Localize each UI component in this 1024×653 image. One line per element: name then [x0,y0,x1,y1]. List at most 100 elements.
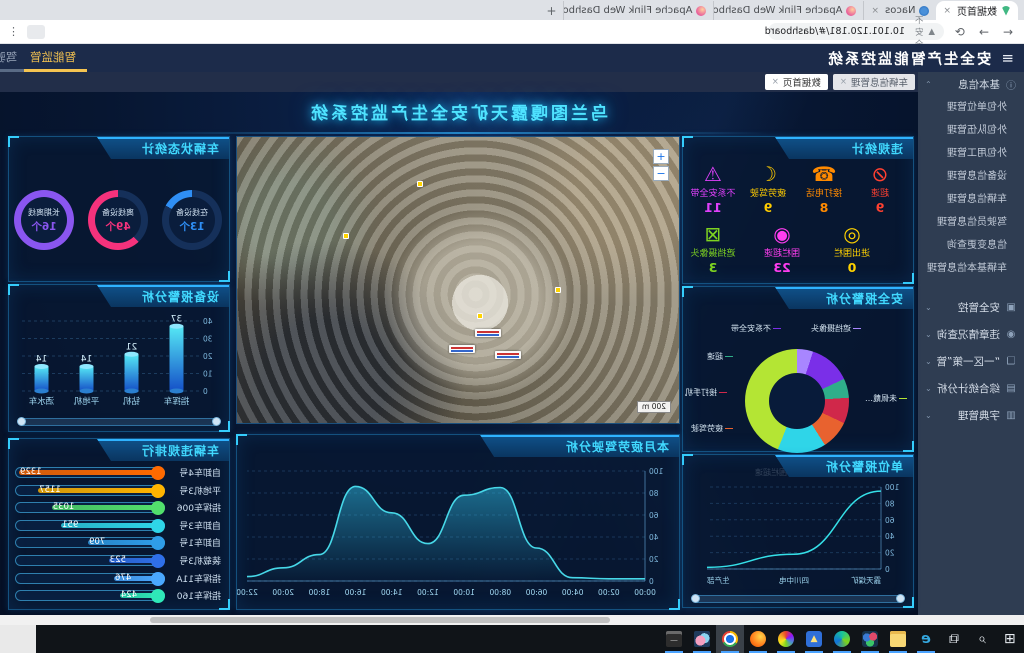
satellite-map[interactable]: + − 200 m [236,136,680,424]
map-label-chip-0 [475,329,501,337]
svg-text:14: 14 [36,355,48,365]
violation-label: 超速 [852,186,908,199]
sidebar-item-0-3[interactable]: 设备信息管理 [918,165,1024,188]
eye-icon: ◉ [1005,329,1017,340]
browser-tab-0[interactable]: 数据首页× [936,1,1018,20]
vue-icon [1001,6,1011,16]
ranking-row-7[interactable]: 指挥车160424 [15,588,221,603]
chevron-icon: ⌄ [925,357,932,366]
close-icon[interactable]: × [840,77,847,87]
browser-tab-1[interactable]: Nacos× [863,1,936,20]
vehicle-status-rings: 在线设备13个离线设备49个长期离线16个 [7,161,229,279]
ranking-row-3[interactable]: 自卸车3号951 [15,518,221,533]
sidebar-item-0-6[interactable]: 信息变更查询 [918,234,1024,257]
taskbar-task-view-icon[interactable]: ⧉ [940,625,968,653]
ranking-row-0[interactable]: 自卸车4号1329 [15,465,221,480]
taskbar-firefox-icon[interactable] [744,625,772,653]
map-marker-0[interactable] [417,181,423,187]
violation-label: 进出围栏 [824,246,880,259]
taskbar-start-icon[interactable]: ⊞ [996,625,1024,653]
ranking-row-6[interactable]: 指挥车11A476 [15,571,221,586]
header-tab-cockpit[interactable]: 驾驶舱 [0,44,20,72]
sidebar-group-4[interactable]: ▤综合统计分析⌄ [918,375,1024,402]
taskbar-people-icon[interactable] [856,625,884,653]
violation-value: 23 [754,260,810,275]
device-alarm-bar-chart[interactable]: 01020304037指挥车21钻机14平地机14洒水车 [9,307,229,411]
address-bar[interactable]: ▲ 不安全 10.101.120.181/#/dashboard [768,23,944,40]
sidebar-item-0-4[interactable]: 车辆信息管理 [918,188,1024,211]
bar-平地机[interactable]: 14平地机 [73,355,99,408]
sidebar-item-0-7[interactable]: 车辆基本信息管理 [918,257,1024,280]
map-marker-2[interactable] [343,233,349,239]
photos-glyph [694,631,710,647]
ranking-row-5[interactable]: 装载机3号523 [15,553,221,568]
browser-tab-2[interactable]: Apache Flink Web Dashboard× [713,1,863,20]
ranking-value: 1157 [37,485,61,495]
taskbar-folder-icon[interactable] [884,625,912,653]
bar-指挥车[interactable]: 37指挥车 [164,314,190,407]
forward-icon[interactable]: → [976,25,992,39]
sidebar-group-2[interactable]: ◉违章情况查询⌄ [918,321,1024,348]
system-tray[interactable] [0,625,36,653]
tab-close-icon[interactable]: × [943,6,951,16]
bar-洒水车[interactable]: 14洒水车 [29,355,55,408]
profile-avatar[interactable] [27,25,45,39]
taskbar-color-wheel-icon[interactable] [772,625,800,653]
leader-line [719,392,727,393]
hamburger-icon[interactable]: ≡ [1001,49,1014,67]
doc-icon: ❏ [1005,356,1017,367]
fatigue-area-chart[interactable]: 02040608010000:0002:0004:0006:0008:0010:… [237,457,679,609]
map-marker-3[interactable] [477,313,483,319]
svg-text:0: 0 [649,577,654,586]
browser-tab-3[interactable]: Apache Flink Web Dashboard× [563,1,713,20]
ranking-bar-track: 1329 [15,467,165,478]
taskbar-ie-icon[interactable]: e [912,625,940,653]
sidebar-group-1[interactable]: ▣安全管控⌄ [918,294,1024,321]
sidebar-item-0-0[interactable]: 外包单位管理 [918,96,1024,119]
new-tab-button[interactable]: + [543,3,559,19]
scrollbar-thumb[interactable] [150,617,610,623]
taskbar-search-icon[interactable]: ⌕ [968,625,996,653]
sidebar-item-0-1[interactable]: 外包队伍管理 [918,119,1024,142]
map-marker-1[interactable] [555,287,561,293]
status-ring-0: 在线设备13个 [162,190,222,250]
unit-chart-zoom-slider[interactable] [693,595,903,603]
back-icon[interactable]: ← [1000,25,1016,39]
taskbar-terminal-icon[interactable]: ― [660,625,688,653]
sidebar-group-3[interactable]: ❏“一区一策”管理⌄ [918,348,1024,375]
seatbelt-icon: ⚠ [685,163,741,185]
taskbar-chrome-icon[interactable] [716,625,744,653]
ranking-row-2[interactable]: 指挥车0061035 [15,500,221,515]
taskbar-swirl-green-icon[interactable] [828,625,856,653]
sidebar-group-5[interactable]: ▥字典管理⌄ [918,402,1024,429]
svg-text:22:00: 22:00 [237,588,258,597]
workspace-tab-0[interactable]: 车辆信息管理× [833,74,915,90]
dashboard: 乌兰图嘎露天矿安全生产监控系统 违规统计 ⊘超速9☎接打电话8☾疲劳驾驶9⚠不系… [0,92,918,615]
dashboard-title: 乌兰图嘎露天矿安全生产监控系统 [236,100,680,128]
map-zoom-out-button[interactable]: − [653,166,669,181]
browser-menu-icon[interactable]: ⋮ [8,25,19,38]
bar-钻机[interactable]: 21钻机 [123,342,141,407]
header-tab-smart-supervision[interactable]: 智能监管 [23,44,83,72]
sidebar-item-0-2[interactable]: 外包用工管理 [918,142,1024,165]
sidebar-item-0-5[interactable]: 驾驶员信息管理 [918,211,1024,234]
ranking-row-1[interactable]: 平地机3号1157 [15,483,221,498]
reload-icon[interactable]: ⟳ [952,25,968,39]
taskbar-app-blue-icon[interactable]: ▲ [800,625,828,653]
sidebar-group-label: 字典管理 [937,408,1000,423]
svg-text:60: 60 [649,511,659,520]
bar-chart-zoom-slider[interactable] [19,418,219,426]
close-icon[interactable]: × [772,77,779,87]
svg-text:20:00: 20:00 [272,588,294,597]
safety-alarm-donut-chart[interactable] [745,349,849,453]
taskbar-photos-icon[interactable] [688,625,716,653]
workspace-tab-row: 车辆信息管理× 数据首页× [0,72,918,92]
ranking-row-4[interactable]: 自卸车1号709 [15,535,221,550]
unit-alarm-line-chart[interactable]: 020406080100露天煤矿四川中电生产部 [691,477,913,595]
page-horizontal-scrollbar[interactable] [0,615,1024,625]
tab-close-icon[interactable]: × [871,6,879,16]
sidebar-group-0[interactable]: ⓘ基本信息⌃ [918,72,1024,96]
ranking-value: 1035 [51,502,75,512]
map-zoom-in-button[interactable]: + [653,149,669,164]
workspace-tab-1[interactable]: 数据首页× [765,74,828,90]
